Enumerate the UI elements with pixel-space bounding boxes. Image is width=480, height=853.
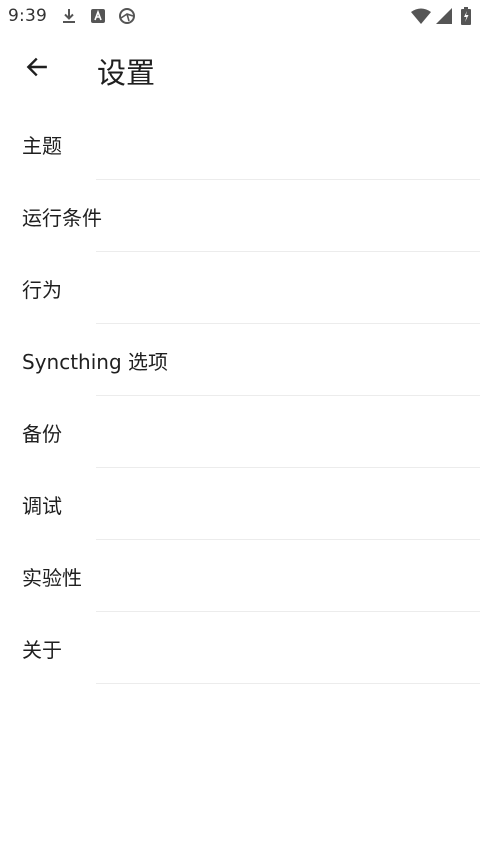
settings-item-behavior[interactable]: 行为: [0, 252, 480, 324]
settings-item-debug[interactable]: 调试: [0, 468, 480, 540]
settings-item-about[interactable]: 关于: [0, 612, 480, 684]
arrow-back-icon: [26, 57, 47, 77]
battery-charging-icon: [461, 7, 471, 25]
settings-item-label: 运行条件: [22, 206, 102, 230]
settings-item-run-conditions[interactable]: 运行条件: [0, 180, 480, 252]
a-letter-icon: [90, 8, 106, 24]
app-bar: 设置: [0, 32, 480, 108]
download-icon: [61, 8, 77, 24]
back-button[interactable]: [16, 46, 58, 88]
settings-item-label: 备份: [22, 422, 62, 446]
settings-item-label: 主题: [22, 134, 62, 158]
wifi-icon: [411, 8, 431, 24]
status-time: 9:39: [8, 6, 47, 26]
signal-icon: [436, 8, 452, 24]
settings-item-label: Syncthing 选项: [22, 350, 169, 374]
syncthing-icon: [118, 7, 136, 25]
status-bar: 9:39: [0, 0, 480, 32]
settings-list: 主题 运行条件 行为 Syncthing 选项 备份 调试 实验性 关于: [0, 108, 480, 684]
settings-item-label: 实验性: [22, 566, 82, 590]
divider: [96, 683, 480, 684]
settings-item-experimental[interactable]: 实验性: [0, 540, 480, 612]
settings-item-syncthing-options[interactable]: Syncthing 选项: [0, 324, 480, 396]
settings-item-label: 调试: [22, 494, 62, 518]
settings-item-label: 关于: [22, 638, 62, 662]
settings-item-label: 行为: [22, 278, 62, 302]
page-title: 设置: [97, 56, 156, 90]
settings-item-theme[interactable]: 主题: [0, 108, 480, 180]
settings-item-backup[interactable]: 备份: [0, 396, 480, 468]
